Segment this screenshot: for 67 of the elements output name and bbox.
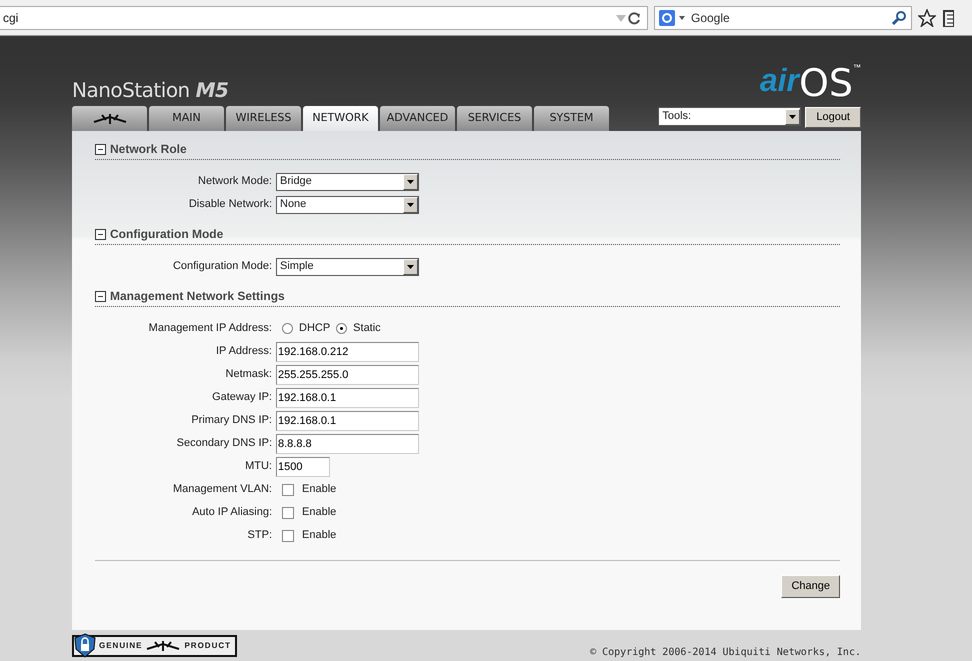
change-button[interactable]: Change [781,575,840,598]
input-field[interactable]: 8.8.8.8 [276,434,419,454]
field-label: Netmask: [224,367,273,382]
dropdown-arrow-icon [407,264,414,268]
collapse-icon[interactable] [95,228,106,240]
dropdown[interactable]: Bridge [276,172,419,190]
dropdown-arrow-icon [407,202,414,206]
nav-tab[interactable]: SYSTEM [534,106,609,131]
field-label: Management IP Address: [148,321,273,336]
radio-button[interactable] [336,323,348,334]
radio-label: DHCP [299,321,330,336]
radio-label: Static [353,321,381,336]
dropdown[interactable]: None [276,196,419,214]
field-label: MTU: [244,459,273,474]
field-label: STP: [246,528,273,544]
bookmark-star-icon[interactable] [918,8,936,26]
field-label: Management VLAN: [172,482,273,498]
input-field[interactable]: 255.255.255.0 [276,364,419,384]
tools-dropdown[interactable]: Tools: [658,107,802,126]
collapse-icon[interactable] [95,290,106,302]
field-label: Disable Network: [188,197,273,212]
reload-icon[interactable] [627,10,641,24]
copyright-text: © Copyright 2006-2014 Ubiquiti Networks, Inc. [590,646,861,660]
nav-tab[interactable]: SERVICES [457,106,532,131]
nav-tab[interactable] [72,106,147,131]
input-field[interactable]: 192.168.0.1 [276,410,419,430]
dropdown[interactable]: Simple [276,258,419,276]
search-box[interactable]: Google [654,6,912,30]
address-bar[interactable]: cgi [0,6,648,30]
antenna-icon [92,112,128,125]
address-text: cgi [3,10,20,26]
padlock-shield-icon [74,633,96,658]
checkbox-label: Enable [302,505,336,520]
dropdown-arrow-icon [789,114,796,118]
checkbox-label: Enable [302,528,336,544]
caret-icon[interactable] [679,16,685,20]
search-icon[interactable] [892,10,907,25]
field-label: Network Mode: [197,174,273,190]
input-field[interactable]: 192.168.0.212 [276,342,419,362]
antenna-icon [145,639,182,652]
genuine-product-badge: GENUINE PRODUCT [72,634,238,656]
section-title: Network Role [110,141,187,158]
checkbox[interactable] [282,530,294,542]
nav-tab[interactable]: NETWORK [303,106,378,131]
checkbox[interactable] [282,484,294,496]
input-field[interactable]: 1500 [276,456,330,476]
field-label: IP Address: [214,344,273,360]
dropdown-arrow-icon [407,180,414,184]
search-engine-icon[interactable] [659,10,675,26]
field-label: Primary DNS IP: [190,413,273,428]
field-label: Auto IP Aliasing: [191,505,273,520]
field-label: Secondary DNS IP: [176,436,273,452]
nav-tab[interactable]: ADVANCED [380,106,455,131]
radio-button[interactable] [282,323,293,334]
checkbox[interactable] [282,506,294,518]
field-label: Gateway IP: [211,390,273,406]
bookmarks-icon[interactable] [942,8,954,26]
checkbox-label: Enable [302,482,336,498]
logout-button[interactable]: Logout [805,107,861,128]
product-name: NanoStation M5 [72,80,228,100]
section-title: Management Network Settings [110,288,285,305]
field-label: Configuration Mode: [172,259,273,274]
section-title: Configuration Mode [110,226,224,243]
collapse-icon[interactable] [95,144,106,154]
nav-tab[interactable]: WIRELESS [226,106,301,131]
nav-tab[interactable]: MAIN [149,106,224,131]
input-field[interactable]: 192.168.0.1 [276,388,419,408]
